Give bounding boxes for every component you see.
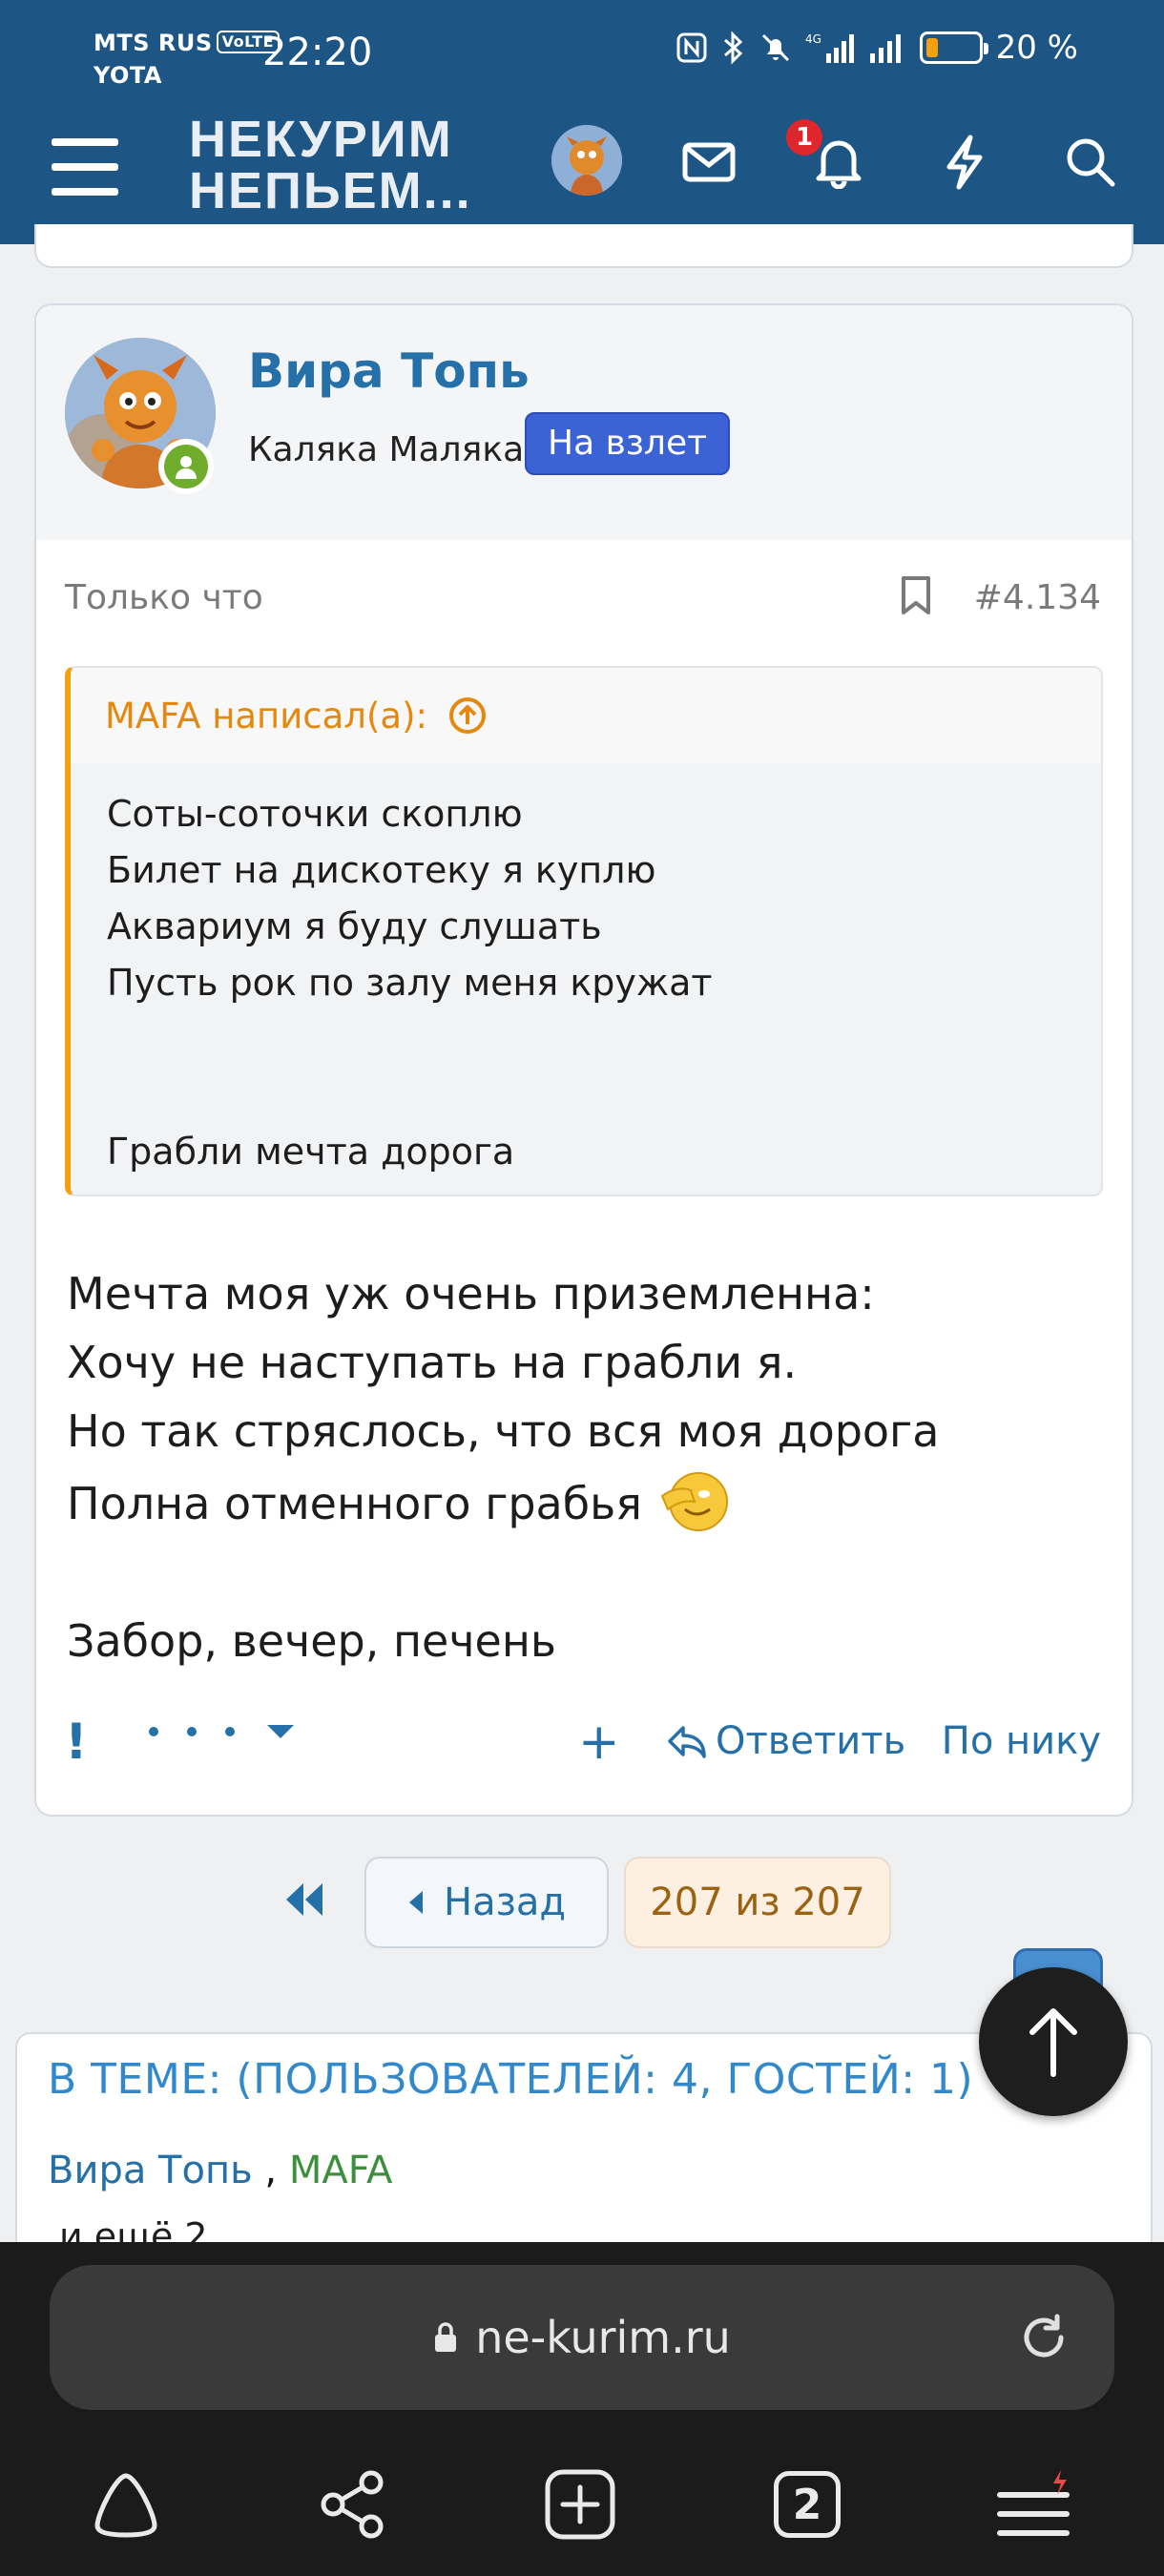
logo-line-1: НЕКУРИМ	[189, 111, 453, 168]
reply-icon	[668, 1726, 706, 1758]
url-display[interactable]: ne-kurim.ru	[50, 2265, 1114, 2410]
by-nick-button[interactable]: По нику	[942, 1719, 1101, 1763]
online-in-thread: В ТЕМЕ: (ПОЛЬЗОВАТЕЛЕЙ: 4, ГОСТЕЙ: 1) Ви…	[15, 2032, 1153, 2261]
quote-body: Соты-соточки скоплю Билет на дискотеку я…	[71, 763, 1101, 1195]
message-line: Забор, вечер, печень	[67, 1615, 557, 1667]
bookmark-icon[interactable]	[899, 574, 933, 620]
double-chevron-left-icon	[286, 1883, 322, 1916]
status-bar: MTS RUS VoLTE YOTA 22:20 4G 20 %	[0, 0, 1164, 110]
battery-level	[925, 38, 938, 57]
lock-icon	[435, 2322, 457, 2352]
author-title: Каляка Маляка	[248, 430, 525, 469]
post-time[interactable]: Только что	[65, 578, 263, 617]
nfc-icon	[676, 32, 707, 63]
author-banner: На взлет	[525, 412, 731, 475]
site-logo[interactable]: НЕКУРИМ НЕПЬЕМ...	[189, 114, 472, 217]
post-message: Мечта моя уж очень приземленна: Хочу не …	[67, 1259, 939, 1675]
account-avatar[interactable]	[551, 125, 622, 196]
battery-percent: 20 %	[995, 29, 1078, 67]
signal-icon	[869, 34, 901, 63]
quote-line: Аквариум я буду слушать	[107, 905, 602, 947]
browser-bottom-bar: 2	[0, 2462, 1164, 2557]
logo-line-2: НЕПЬЕМ...	[189, 162, 472, 219]
quote-line: Пусть рок по залу меня кружат	[107, 962, 713, 1004]
mute-bell-icon	[761, 33, 789, 62]
battery-icon	[919, 31, 988, 64]
quote-line: Грабли мечта дорога	[107, 1131, 515, 1173]
mail-icon[interactable]	[676, 129, 742, 196]
online-user-link[interactable]: Вира Топь	[48, 2149, 253, 2192]
quote-author[interactable]: MAFA написал(а):	[105, 696, 427, 737]
prev-page-label: Назад	[443, 1880, 567, 1924]
quote-block: MAFA написал(а): Соты-соточки скоплю Бил…	[65, 666, 1103, 1196]
status-icons: 4G 20 %	[676, 29, 1078, 67]
home-icon[interactable]	[78, 2462, 174, 2547]
online-title: В ТЕМЕ: (ПОЛЬЗОВАТЕЛЕЙ: 4, ГОСТЕЙ: 1)	[48, 2055, 974, 2104]
lightning-icon[interactable]	[931, 129, 998, 196]
online-user-separator: ,	[264, 2149, 278, 2192]
arrow-up-circle-icon[interactable]	[448, 696, 487, 735]
multi-quote-button[interactable]: +	[578, 1714, 620, 1771]
tabs-button[interactable]: 2	[759, 2462, 855, 2547]
post-number[interactable]: #4.134	[974, 578, 1101, 617]
url-text: ne-kurim.ru	[475, 2312, 731, 2363]
online-users: Вира Топь , MAFA	[48, 2149, 392, 2192]
quote-line: Соты-соточки скоплю	[107, 793, 523, 835]
author-avatar-wrap[interactable]	[65, 338, 216, 494]
report-button[interactable]: !	[65, 1714, 88, 1771]
quote-line: Билет на дискотеку я куплю	[107, 849, 656, 891]
quote-header[interactable]: MAFA написал(а):	[71, 668, 1101, 763]
notification-badge: 1	[786, 119, 822, 156]
share-icon[interactable]	[305, 2462, 401, 2547]
bluetooth-icon	[723, 31, 742, 65]
reply-label: Ответить	[716, 1719, 906, 1763]
post-author-header: Вира Топь Каляка Маляка На взлет	[36, 305, 1132, 540]
new-tab-icon[interactable]	[532, 2462, 628, 2547]
online-user-link[interactable]: MAFA	[289, 2149, 393, 2192]
tab-count: 2	[774, 2471, 841, 2538]
menu-icon[interactable]	[52, 138, 118, 196]
prev-page-button[interactable]: Назад	[364, 1857, 609, 1948]
scroll-top-button[interactable]	[979, 1967, 1128, 2116]
status-time: 22:20	[262, 31, 373, 74]
message-line: Мечта моя уж очень приземленна:	[67, 1268, 875, 1319]
signal-4g-icon: 4G	[805, 32, 854, 63]
author-name[interactable]: Вира Топь	[248, 343, 530, 399]
reply-button[interactable]: Ответить	[666, 1719, 905, 1763]
browser-chrome: ne-kurim.ru 2	[0, 2242, 1164, 2576]
message-line: Полна отменного грабья	[67, 1478, 642, 1529]
message-line: Но так стряслось, что вся моя дорога	[67, 1405, 940, 1457]
carrier-1: MTS RUS	[94, 30, 213, 56]
reload-icon[interactable]	[1017, 2311, 1070, 2368]
carrier-info: MTS RUS VoLTE YOTA	[94, 27, 281, 92]
chevron-left-icon	[408, 1891, 423, 1914]
svg-text:4G: 4G	[805, 32, 821, 46]
chevron-down-icon	[267, 1725, 294, 1738]
more-actions-button[interactable]	[149, 1725, 294, 1738]
forum-post: Вира Топь Каляка Маляка На взлет Только …	[34, 303, 1133, 1817]
carrier-2: YOTA	[94, 62, 163, 89]
post-actions: ! + Ответить По нику	[36, 1714, 1132, 1780]
address-bar[interactable]: ne-kurim.ru	[50, 2265, 1114, 2410]
arrow-up-icon	[1029, 2008, 1077, 2077]
previous-post-edge	[34, 224, 1133, 268]
first-page-button[interactable]	[281, 1876, 328, 1927]
online-indicator	[158, 439, 214, 494]
pagination: Назад 207 из 207	[0, 1857, 1164, 1948]
message-line: Хочу не наступать на грабли я.	[67, 1337, 798, 1388]
current-page-indicator[interactable]: 207 из 207	[624, 1857, 891, 1948]
browser-menu-icon[interactable]	[987, 2462, 1082, 2547]
search-icon[interactable]	[1057, 129, 1124, 196]
top-header: MTS RUS VoLTE YOTA 22:20 4G 20 % НЕКУРИМ …	[0, 0, 1164, 244]
facepalm-smiley-icon	[656, 1465, 729, 1534]
